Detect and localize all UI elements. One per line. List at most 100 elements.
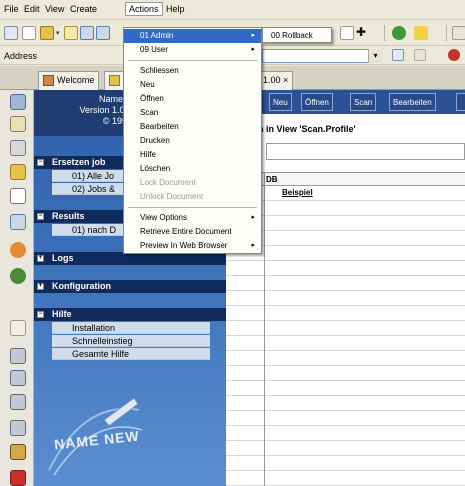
- edit-button[interactable]: Bearbeiten: [389, 93, 436, 111]
- new-document-icon[interactable]: [22, 26, 36, 40]
- address-label: Address: [4, 51, 38, 61]
- menu-item-label: Schliessen: [140, 66, 179, 75]
- menu-view[interactable]: View: [45, 4, 64, 14]
- new-button[interactable]: Neu: [269, 93, 292, 111]
- table-row[interactable]: Beispiel: [282, 188, 313, 197]
- section-title: Ersetzen job: [52, 157, 106, 167]
- mail-icon[interactable]: [10, 94, 26, 110]
- address-input[interactable]: [262, 49, 382, 63]
- section-konfiguration[interactable]: + Konfiguration: [34, 280, 226, 293]
- address-dropdown-icon[interactable]: ▾: [368, 49, 382, 63]
- menu-item-hilfe[interactable]: Hilfe: [124, 148, 261, 162]
- menu-item-label: 01 Admin: [140, 31, 174, 40]
- open-folder-icon[interactable]: [40, 26, 54, 40]
- menu-item-lock-document: Lock Document: [124, 176, 261, 190]
- nav-item[interactable]: Installation: [52, 322, 210, 334]
- database-stack-icon[interactable]: [10, 370, 26, 386]
- more-button[interactable]: [456, 93, 465, 111]
- menu-item-01-admin[interactable]: 01 Admin ▸: [124, 29, 261, 43]
- menu-actions[interactable]: Actions: [125, 2, 163, 16]
- stop-icon[interactable]: [448, 49, 460, 61]
- tab-welcome[interactable]: Welcome: [38, 71, 100, 90]
- todo-icon[interactable]: [10, 164, 26, 180]
- menu-item-label: Lock Document: [140, 178, 196, 187]
- tab-label: 1.00 ×: [263, 75, 289, 85]
- grid-icon[interactable]: [10, 320, 26, 336]
- mail-icon[interactable]: [80, 26, 94, 40]
- database-icon[interactable]: [10, 214, 26, 230]
- people-icon[interactable]: [10, 444, 26, 460]
- nav-item[interactable]: Schnelleinstieg: [52, 335, 210, 347]
- circle-icon[interactable]: [4, 26, 18, 40]
- collapse-icon[interactable]: −: [37, 159, 44, 166]
- collapse-icon[interactable]: −: [37, 311, 44, 318]
- toolbar-separator: [384, 25, 385, 41]
- chevron-down-icon[interactable]: ▾: [56, 29, 60, 37]
- calendar-icon[interactable]: [10, 116, 26, 132]
- submenu-arrow-icon: ▸: [251, 242, 255, 249]
- menu-item-label: 09 User: [140, 45, 169, 54]
- globe-icon[interactable]: [10, 242, 26, 258]
- column-header-db[interactable]: DB: [266, 175, 278, 184]
- menu-item-ffnen[interactable]: Öffnen: [124, 92, 261, 106]
- database-stack-icon[interactable]: [10, 348, 26, 364]
- menu-create[interactable]: Create: [70, 4, 97, 14]
- section-title: Hilfe: [52, 309, 72, 319]
- submenu-arrow-icon: ▸: [251, 214, 255, 221]
- plus-icon[interactable]: ✚: [356, 26, 370, 40]
- address-book-icon[interactable]: [10, 140, 26, 156]
- highlight-icon[interactable]: [414, 26, 428, 40]
- menu-item-schliessen[interactable]: Schliessen: [124, 64, 261, 78]
- expand-icon[interactable]: +: [37, 255, 44, 262]
- grid-divider: [264, 172, 265, 486]
- menu-item-retrieve-entire-document[interactable]: Retrieve Entire Document: [124, 225, 261, 239]
- red-icon[interactable]: [10, 470, 26, 486]
- menu-item-scan[interactable]: Scan: [124, 106, 261, 120]
- web-icon[interactable]: [10, 268, 26, 284]
- menu-item-09-user[interactable]: 09 User ▸: [124, 43, 261, 57]
- menu-item-label: Öffnen: [140, 94, 164, 103]
- checklist-icon[interactable]: [10, 188, 26, 204]
- app-copyright: © 1999: [102, 116, 132, 126]
- scan-button[interactable]: Scan: [350, 93, 377, 111]
- edit-icon[interactable]: [64, 26, 78, 40]
- menu-item-label: 00 Rollback: [271, 31, 313, 40]
- toolbar-separator: [446, 25, 447, 41]
- menu-edit[interactable]: Edit: [24, 4, 40, 14]
- menu-item-label: Scan: [140, 108, 159, 117]
- collapse-icon[interactable]: −: [37, 213, 44, 220]
- menu-help[interactable]: Help: [166, 4, 185, 14]
- menu-separator: [128, 60, 257, 61]
- menu-item-label: Drucken: [140, 136, 170, 145]
- menu-item-drucken[interactable]: Drucken: [124, 134, 261, 148]
- section-hilfe[interactable]: − Hilfe: [34, 308, 226, 321]
- back-icon[interactable]: [392, 49, 404, 61]
- open-button[interactable]: Öffnen: [301, 93, 333, 111]
- database-stack-icon[interactable]: [10, 394, 26, 410]
- menu-item-preview-in-web-browser[interactable]: Preview In Web Browser ▸: [124, 239, 261, 253]
- menu-item-neu[interactable]: Neu: [124, 78, 261, 92]
- menu-item-rollback[interactable]: 00 Rollback: [263, 29, 331, 43]
- filter-input[interactable]: [266, 143, 465, 160]
- menu-item-l-schen[interactable]: Löschen: [124, 162, 261, 176]
- submenu-arrow-icon: ▸: [251, 46, 255, 53]
- menu-item-label: Retrieve Entire Document: [140, 227, 232, 236]
- menu-item-label: Löschen: [140, 164, 171, 173]
- section-title: Results: [52, 211, 85, 221]
- tab-label: Welcome: [57, 75, 95, 85]
- more-icon[interactable]: [452, 26, 465, 40]
- refresh-icon[interactable]: [392, 26, 406, 40]
- menu-bar: File Edit View Create Actions Help: [0, 0, 465, 20]
- expand-icon[interactable]: +: [37, 283, 44, 290]
- forward-icon[interactable]: [414, 49, 426, 61]
- menu-item-bearbeiten[interactable]: Bearbeiten: [124, 120, 261, 134]
- database-stack-icon[interactable]: [10, 420, 26, 436]
- page-icon[interactable]: [340, 26, 354, 40]
- print-icon[interactable]: [96, 26, 110, 40]
- menu-file[interactable]: File: [4, 4, 19, 14]
- menu-item-view-options[interactable]: View Options ▸: [124, 211, 261, 225]
- folder-icon: [109, 75, 120, 86]
- menu-item-unlock-document: Unlock Document: [124, 190, 261, 204]
- section-title: Logs: [52, 253, 74, 263]
- nav-item[interactable]: Gesamte Hilfe: [52, 348, 210, 360]
